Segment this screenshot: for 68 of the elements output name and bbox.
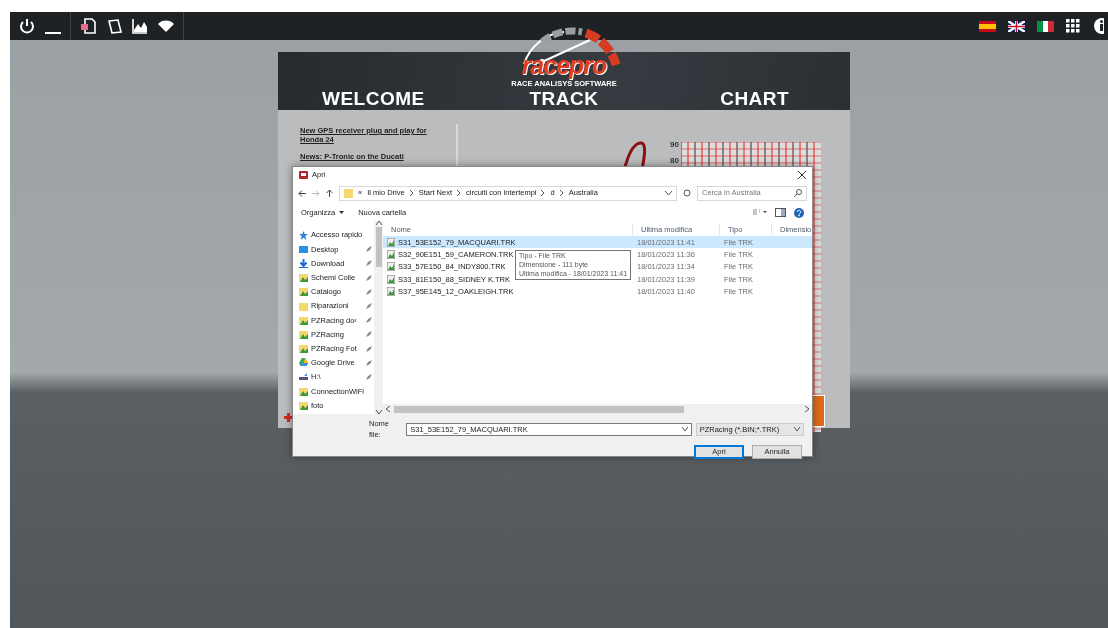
view-options-icon[interactable] [753,209,767,216]
horizontal-scrollbar[interactable] [383,404,812,414]
document-icon[interactable] [79,17,97,35]
british-flag-icon[interactable] [1008,20,1025,32]
folder-icon [344,188,353,198]
pin-icon [366,246,372,253]
cross-icon [284,413,293,422]
section-heading: WELCOME [320,89,426,110]
download-arrow-icon [299,258,308,268]
pin-icon [366,288,372,295]
folder-icon [299,344,308,354]
pin-icon [366,317,372,324]
preview-pane-icon[interactable] [775,208,786,217]
chart-icon[interactable] [131,17,149,35]
brand-logo-text: racepro [520,53,608,78]
folder-icon [299,386,308,396]
chevron-icon [541,190,546,196]
cloud-drive-icon [299,358,308,368]
rotate-icon[interactable] [105,17,123,35]
scroll-left-icon[interactable] [386,406,390,412]
close-icon[interactable] [798,170,806,179]
drive-icon [299,372,308,382]
file-icon [387,250,395,260]
scroll-down-icon[interactable] [375,410,382,414]
section-heading: TRACK [528,89,600,110]
section-heading: CHART [719,89,791,110]
caret-icon [339,211,345,214]
help-icon[interactable] [794,207,804,218]
desktop-icon [299,244,308,254]
grid-icon[interactable] [1066,19,1080,33]
folder-icon [299,315,308,325]
pin-icon [366,359,372,366]
chevron-icon [409,190,414,196]
pin-icon [366,274,372,281]
pin-icon [366,345,372,352]
spanish-flag-icon[interactable] [979,20,996,32]
pin-icon [366,373,372,380]
folder-icon [299,329,308,339]
italian-flag-icon[interactable] [1037,20,1054,32]
back-arrow-icon[interactable] [298,189,306,197]
dropdown-caret-icon[interactable] [794,427,800,432]
file-icon [387,274,395,284]
info-icon[interactable] [1092,18,1104,34]
folder-icon [299,301,308,311]
up-arrow-icon[interactable] [326,189,333,197]
axis-tick-label: 80 [670,155,679,167]
file-icon [387,237,395,247]
power-icon[interactable] [18,17,36,35]
axis-tick-label: 90 [670,139,679,151]
file-icon [387,262,395,272]
dropdown-caret-icon[interactable] [681,427,688,432]
pin-icon [366,331,372,338]
star-icon [299,230,308,240]
app-icon [299,170,308,179]
scroll-right-icon[interactable] [805,406,809,412]
refresh-icon[interactable] [683,189,691,197]
folder-icon [299,273,308,283]
vertical-scrollbar[interactable] [374,221,383,414]
file-icon [387,287,395,297]
pin-icon [366,260,372,267]
dropdown-caret-icon[interactable] [665,191,672,195]
search-icon[interactable] [794,189,802,197]
pin-icon [366,303,372,310]
chevron-icon [559,190,564,196]
folder-icon [299,400,308,410]
chevron-icon [457,190,462,196]
folder-icon [299,287,308,297]
scroll-up-icon[interactable] [375,221,382,225]
